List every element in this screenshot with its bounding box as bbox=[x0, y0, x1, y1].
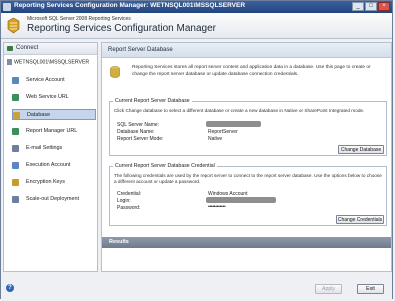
database-name-label: Database Name: bbox=[117, 129, 155, 135]
current-database-group: Current Report Server Database Click Cha… bbox=[109, 98, 387, 156]
sidebar-item-scale-out-deployment[interactable]: Scale-out Deployment bbox=[12, 194, 96, 205]
server-name: WETNSQL001\MSSQLSERVER bbox=[14, 59, 90, 66]
intro-text: Reporting Services stores all report ser… bbox=[132, 65, 371, 77]
password-label: Password: bbox=[117, 205, 141, 211]
connect-label: Connect bbox=[16, 45, 39, 51]
web-service-url-icon bbox=[12, 94, 19, 101]
sidebar-item-label: Web Service URL bbox=[26, 94, 69, 100]
server-icon bbox=[7, 59, 12, 65]
minimize-button[interactable]: _ bbox=[352, 2, 364, 11]
database-icon bbox=[13, 112, 20, 119]
credential-heading: Current Report Server Database Credentia… bbox=[113, 163, 217, 169]
report-manager-url-icon bbox=[12, 128, 19, 135]
scale-out-deployment-icon bbox=[12, 196, 19, 203]
sidebar-item-database[interactable]: Database bbox=[12, 109, 96, 120]
maximize-button[interactable]: □ bbox=[365, 2, 377, 11]
page-title: Report Server Database bbox=[102, 43, 391, 58]
credential-label: Credential: bbox=[117, 191, 142, 197]
redacted-server-name bbox=[206, 121, 261, 127]
sidebar-item-e-mail-settings[interactable]: E-mail Settings bbox=[12, 143, 96, 154]
sidebar-item-label: Database bbox=[27, 112, 51, 118]
sidebar: Connect WETNSQL001\MSSQLSERVER Service A… bbox=[3, 42, 98, 272]
sidebar-item-report-manager-url[interactable]: Report Manager URL bbox=[12, 126, 96, 137]
sidebar-item-label: Report Manager URL bbox=[26, 128, 78, 134]
app-title: Reporting Services Configuration Manager bbox=[27, 23, 216, 34]
product-subtitle: Microsoft SQL Server 2008 Reporting Serv… bbox=[27, 16, 131, 22]
report-server-mode-value: Native bbox=[208, 136, 223, 142]
credential-description: The following credentials are used by th… bbox=[114, 173, 382, 184]
app-icon bbox=[3, 3, 11, 11]
current-database-description: Click Change database to select a differ… bbox=[114, 108, 365, 113]
exit-button[interactable]: Exit bbox=[357, 284, 384, 294]
connect-icon bbox=[7, 46, 13, 51]
change-credentials-button[interactable]: Change Credentials bbox=[336, 215, 384, 224]
service-account-icon bbox=[12, 77, 19, 84]
sidebar-item-web-service-url[interactable]: Web Service URL bbox=[12, 92, 96, 103]
redacted-login bbox=[206, 197, 276, 203]
change-database-button[interactable]: Change Database bbox=[338, 145, 384, 154]
sidebar-item-label: E-mail Settings bbox=[26, 145, 63, 151]
close-button[interactable]: × bbox=[378, 2, 390, 11]
sidebar-item-label: Service Account bbox=[26, 77, 65, 83]
sql-server-name-label: SQL Server Name: bbox=[117, 122, 160, 128]
sidebar-item-label: Execution Account bbox=[26, 162, 71, 168]
apply-button[interactable]: Apply bbox=[315, 284, 342, 294]
sidebar-item-label: Scale-out Deployment bbox=[26, 196, 80, 202]
encryption-keys-icon bbox=[12, 179, 19, 186]
window-controls: _ □ × bbox=[352, 2, 390, 11]
main-panel: Report Server Database Reporting Service… bbox=[101, 42, 392, 272]
execution-account-icon bbox=[12, 162, 19, 169]
app-header: Microsoft SQL Server 2008 Reporting Serv… bbox=[1, 13, 392, 39]
credential-group: Current Report Server Database Credentia… bbox=[109, 163, 387, 226]
sidebar-item-execution-account[interactable]: Execution Account bbox=[12, 160, 96, 171]
title-bar[interactable]: Reporting Services Configuration Manager… bbox=[1, 1, 392, 13]
app-window: Reporting Services Configuration Manager… bbox=[0, 0, 393, 300]
email-settings-icon bbox=[12, 145, 19, 152]
connect-button[interactable]: Connect bbox=[4, 43, 97, 55]
current-database-heading: Current Report Server Database bbox=[113, 98, 192, 104]
database-icon bbox=[110, 66, 120, 78]
database-name-value: ReportServer bbox=[208, 129, 238, 135]
footer-bar: ? Apply Exit bbox=[1, 274, 392, 300]
sql-server-logo-icon bbox=[7, 17, 20, 34]
report-server-mode-label: Report Server Mode: bbox=[117, 136, 164, 142]
results-header: Results bbox=[102, 237, 391, 248]
window-title: Reporting Services Configuration Manager… bbox=[14, 2, 246, 9]
sidebar-item-encryption-keys[interactable]: Encryption Keys bbox=[12, 177, 96, 188]
help-icon[interactable]: ? bbox=[6, 284, 14, 292]
password-value: •••••••••••• bbox=[208, 204, 226, 210]
sidebar-item-label: Encryption Keys bbox=[26, 179, 65, 185]
server-node[interactable]: WETNSQL001\MSSQLSERVER bbox=[7, 59, 89, 65]
login-label: Login: bbox=[117, 198, 131, 204]
sidebar-item-service-account[interactable]: Service Account bbox=[12, 75, 96, 86]
